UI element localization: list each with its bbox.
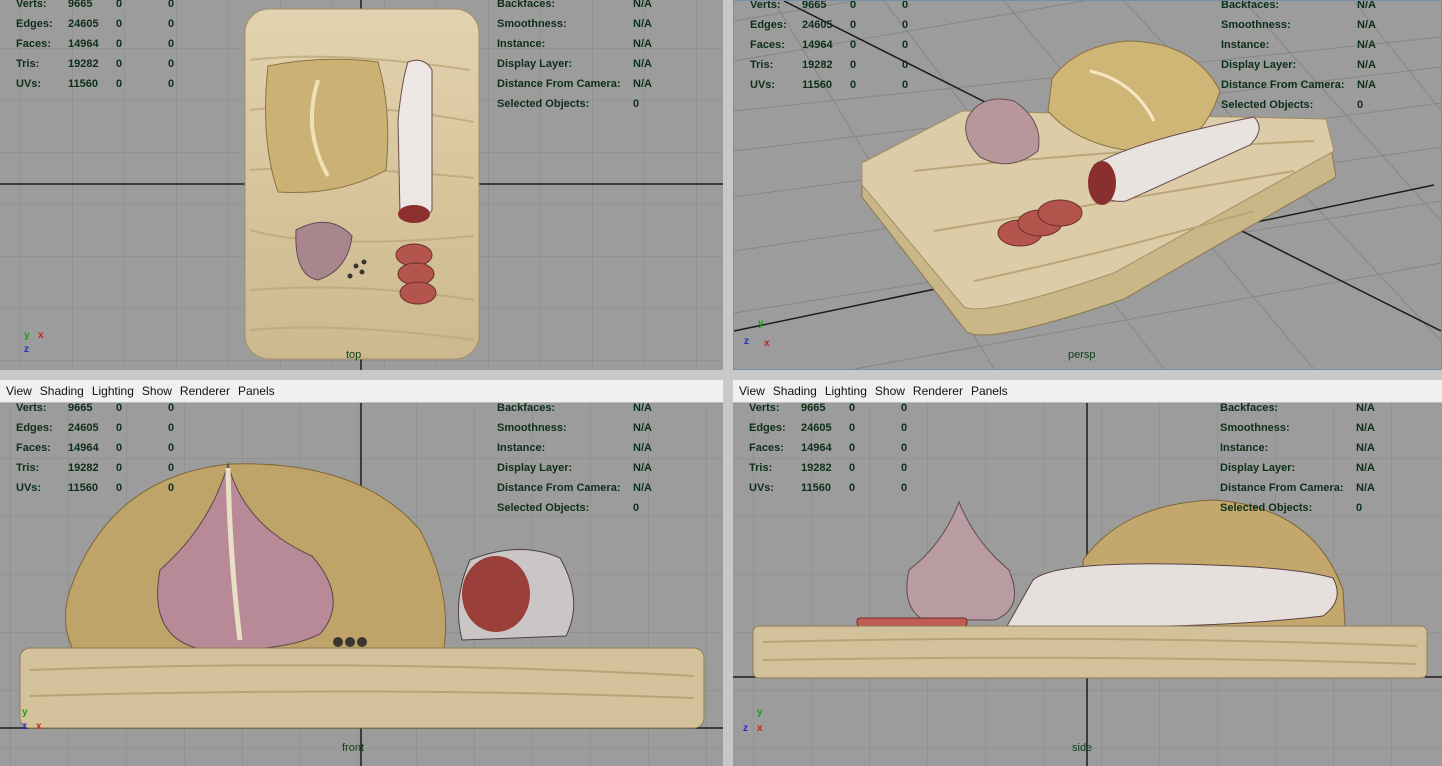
axis-z-label: z	[22, 721, 27, 732]
menu-panels[interactable]: Panels	[967, 384, 1012, 398]
cutting-board	[752, 625, 1428, 679]
object-details-hud: Backfaces: N/A Smoothness: N/A Instance: N/…	[497, 402, 652, 514]
view-axis-icon: y z x	[743, 708, 777, 738]
cutting-board	[861, 110, 1337, 336]
camera-label: side	[1072, 742, 1093, 754]
object-details-hud: Backfaces: N/A Smoothness: N/A Instance: N/…	[1221, 0, 1376, 111]
axis-y-label: y	[757, 707, 763, 718]
viewport-top[interactable]: Verts: 9665 0 0 Edges: 24605 0 0 Faces: 14964 0 0…	[0, 0, 723, 370]
poly-count-hud: Verts: 9665 0 0 Edges: 24605 0 0 Faces: 14964 0 0…	[16, 402, 175, 494]
salami-slices	[395, 243, 437, 305]
salami	[1006, 563, 1338, 628]
viewport-front[interactable]: View Shading Lighting Show Renderer Pane…	[0, 380, 723, 766]
menu-view[interactable]: View	[2, 384, 36, 398]
menu-show[interactable]: Show	[871, 384, 909, 398]
poly-count-hud: Verts: 9665 0 0 Edges: 24605 0 0 Faces: 14964 0 0…	[16, 0, 175, 90]
axis-z-label: z	[744, 336, 749, 347]
axis-x-label: x	[764, 338, 770, 349]
axis-y-label: y	[24, 330, 30, 341]
axis-z-label: z	[24, 344, 29, 355]
axis-x-label: x	[36, 721, 42, 732]
axis-x-label: x	[38, 330, 44, 341]
menu-show[interactable]: Show	[138, 384, 176, 398]
view-axis-icon: y z x	[22, 708, 52, 738]
axis-x-label: x	[757, 723, 763, 734]
menu-lighting[interactable]: Lighting	[88, 384, 138, 398]
menu-renderer[interactable]: Renderer	[909, 384, 967, 398]
garlic	[965, 98, 1040, 165]
poly-count-hud: Verts: 9665 0 0 Edges: 24605 0 0 Faces: 14964 0 0…	[750, 0, 909, 91]
viewport-persp[interactable]: Verts: 9665 0 0 Edges: 24605 0 0 Faces: 14964 0 0…	[733, 0, 1442, 370]
salami-slices	[856, 617, 968, 627]
axis-z-label: z	[743, 723, 748, 734]
menu-renderer[interactable]: Renderer	[176, 384, 234, 398]
salami	[397, 59, 433, 222]
camera-label: persp	[1068, 349, 1096, 361]
camera-label: top	[346, 349, 362, 361]
view-axis-icon: y z x	[744, 319, 776, 349]
view-axis-icon: y x z	[22, 331, 52, 359]
camera-label: front	[342, 742, 365, 754]
poly-count-hud: Verts: 9665 0 0 Edges: 24605 0 0 Faces: 14964 0 0…	[749, 402, 908, 494]
menu-shading[interactable]: Shading	[36, 384, 88, 398]
viewport-side[interactable]: View Shading Lighting Show Renderer Pane…	[733, 380, 1442, 766]
cutting-board	[19, 647, 705, 729]
object-details-hud: Backfaces: N/A Smoothness: N/A Instance: N/…	[1220, 402, 1375, 514]
menu-lighting[interactable]: Lighting	[821, 384, 871, 398]
object-details-hud: Backfaces: N/A Smoothness: N/A Instance: N/…	[497, 0, 652, 110]
axis-y-label: y	[758, 318, 764, 329]
menu-view[interactable]: View	[735, 384, 769, 398]
axis-y-label: y	[22, 707, 28, 718]
menu-panels[interactable]: Panels	[234, 384, 279, 398]
menu-shading[interactable]: Shading	[769, 384, 821, 398]
